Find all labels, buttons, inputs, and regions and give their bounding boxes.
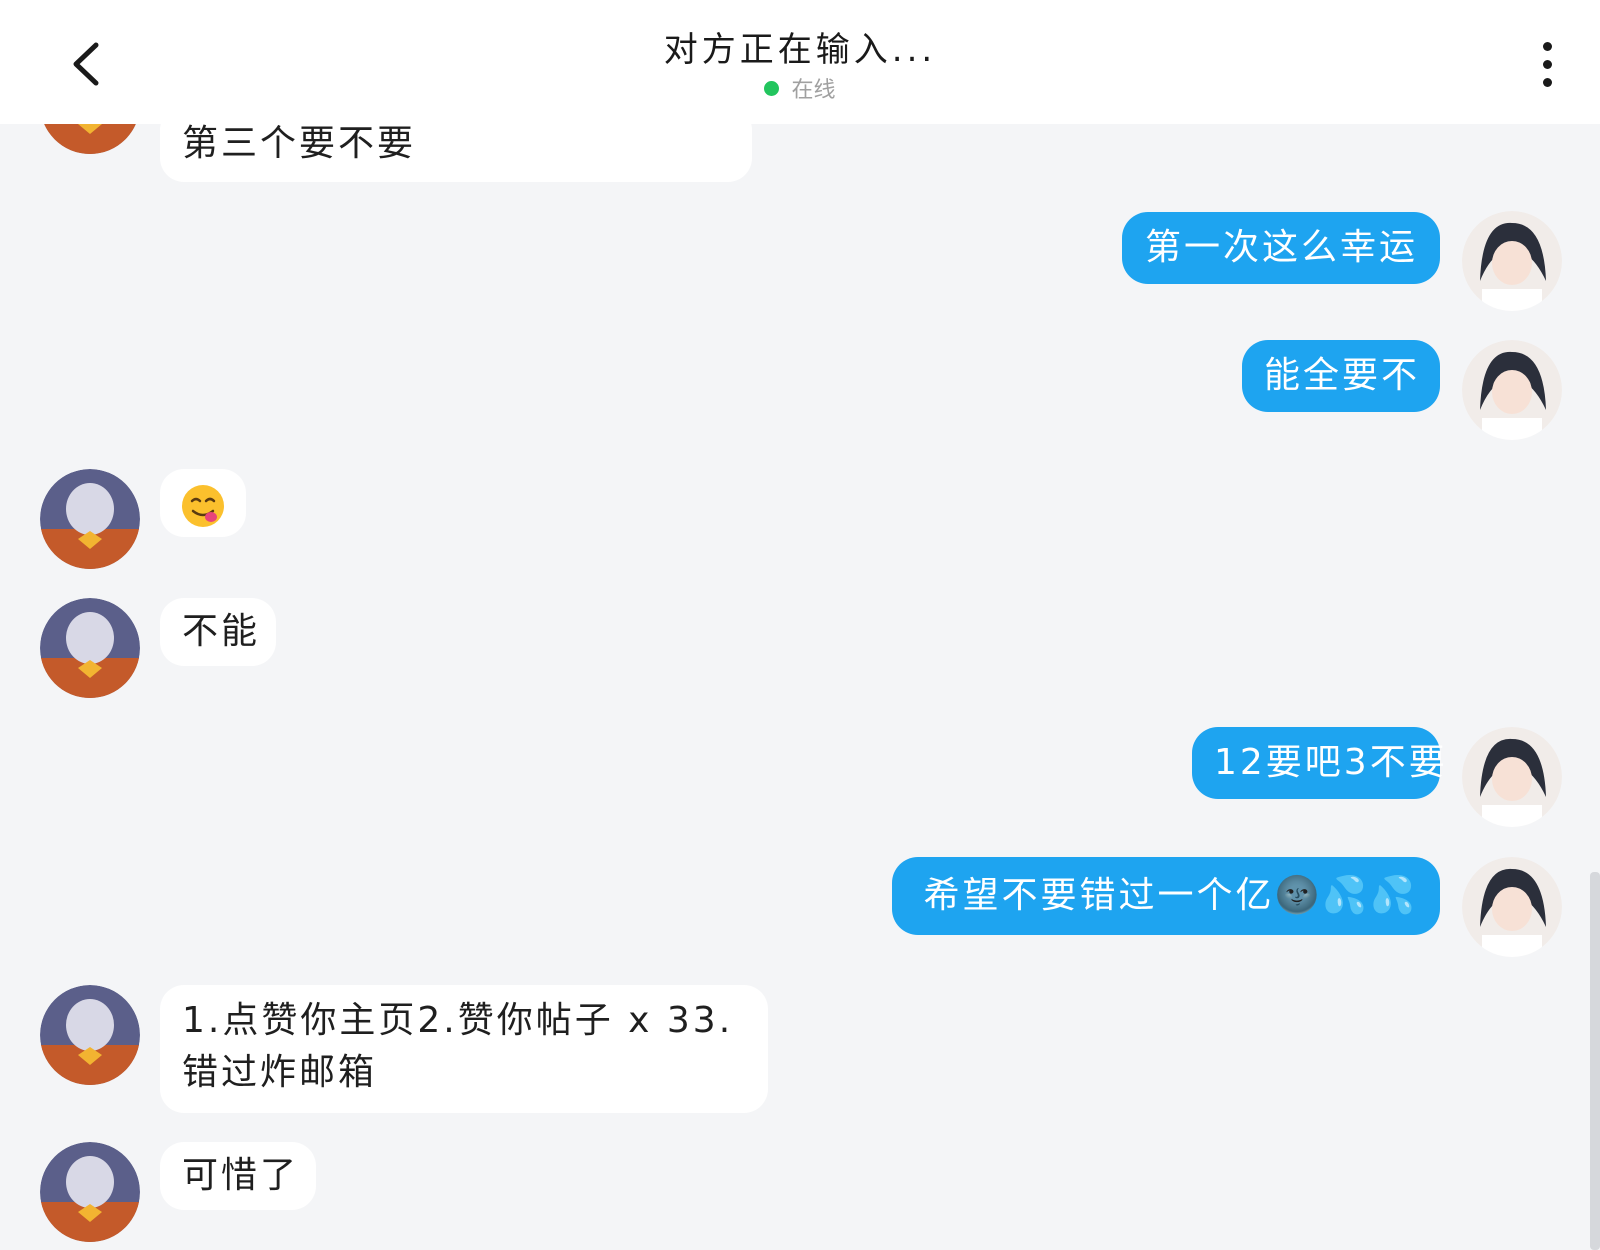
scrollbar[interactable] [1590, 872, 1600, 1250]
online-status: 在线 [0, 72, 1600, 104]
online-dot-icon [764, 80, 780, 96]
message-list[interactable]: 第三个要不要 第一次这么幸运 能全要不 不能 12要吧3不要 希望不要错过一个亿… [0, 0, 1600, 1250]
my-avatar[interactable] [1462, 727, 1562, 827]
contact-avatar[interactable] [40, 598, 140, 698]
contact-avatar[interactable] [40, 1142, 140, 1242]
my-avatar[interactable] [1462, 211, 1562, 311]
message-bubble-outgoing[interactable]: 能全要不 [1242, 340, 1440, 412]
contact-avatar[interactable] [40, 469, 140, 569]
my-avatar[interactable] [1462, 340, 1562, 440]
contact-avatar[interactable] [40, 985, 140, 1085]
online-status-label: 在线 [791, 78, 836, 103]
yum-face-emoji-icon [182, 485, 224, 527]
chat-header: 对方正在输入... 在线 [0, 0, 1600, 124]
message-bubble-incoming[interactable]: 不能 [160, 598, 276, 666]
message-bubble-outgoing[interactable]: 希望不要错过一个亿🌚💦💦 [892, 857, 1440, 935]
message-bubble-incoming[interactable]: 可惜了 [160, 1142, 316, 1210]
message-bubble-incoming[interactable]: 1.点赞你主页2.赞你帖子 x 33.错过炸邮箱 [160, 985, 768, 1113]
message-bubble-outgoing[interactable]: 第一次这么幸运 [1122, 212, 1440, 284]
my-avatar[interactable] [1462, 857, 1562, 957]
more-vertical-icon [1542, 41, 1552, 51]
message-bubble-outgoing[interactable]: 12要吧3不要 [1192, 727, 1445, 799]
message-bubble-incoming[interactable] [160, 469, 246, 537]
more-options-button[interactable] [1522, 36, 1572, 92]
chat-title: 对方正在输入... [663, 30, 937, 70]
